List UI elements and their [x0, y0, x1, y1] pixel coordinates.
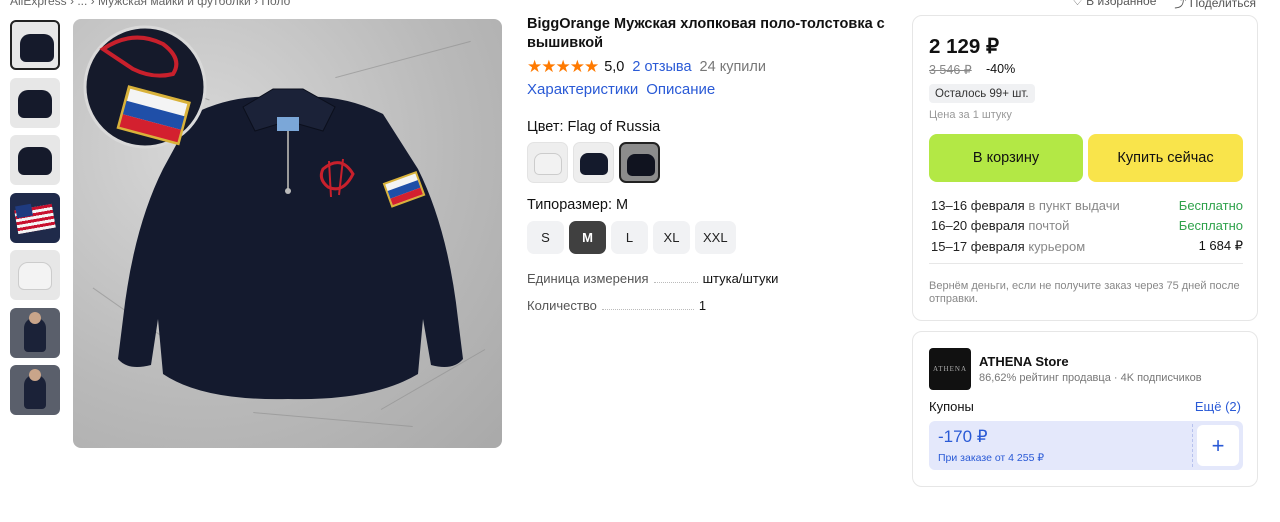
coupon: -170 ₽ При заказе от 4 255 ₽ + — [929, 421, 1243, 470]
thumbnail-3[interactable] — [10, 135, 60, 185]
coupon-separator — [1192, 424, 1193, 467]
delivery-options: 13–16 февраля в пункт выдачи Бесплатно 1… — [931, 195, 1243, 257]
delivery-row: 16–20 февраля почтой Бесплатно — [931, 216, 1243, 237]
spec-unit: Единица измерения штука/штуки — [527, 271, 778, 286]
top-actions: ♡ В избранное ⤴ Поделиться — [1072, 0, 1256, 11]
color-label: Цвет: Flag of Russia — [527, 119, 661, 135]
swatch-white[interactable] — [527, 142, 568, 183]
spec-label: Количество — [527, 298, 597, 313]
coupon-amount: -170 ₽ — [938, 427, 988, 446]
spec-dots — [653, 282, 698, 283]
thumbnail-7[interactable] — [10, 365, 60, 415]
delivery-row: 13–16 февраля в пункт выдачи Бесплатно — [931, 195, 1243, 216]
delivery-date: 13–16 февраля — [931, 197, 1025, 213]
spec-label: Единица измерения — [527, 271, 649, 286]
tab-characteristics[interactable]: Характеристики — [527, 81, 638, 98]
thumbnail-6[interactable] — [10, 307, 60, 358]
rating-stars-icon: ★★★★★ — [527, 57, 599, 76]
store-meta: 86,62% рейтинг продавца · 4K подписчиков — [979, 372, 1202, 384]
size-xxl-button[interactable]: XXL — [695, 221, 736, 254]
spec-quantity: Количество 1 — [527, 298, 706, 313]
thumbnail-strip — [10, 20, 64, 423]
breadcrumb[interactable]: AliExpress › ... › Мужская майки и футбо… — [10, 0, 290, 8]
spec-value: 1 — [698, 298, 707, 313]
thumbnail-1[interactable] — [10, 20, 60, 70]
stock-badge: Осталось 99+ шт. — [929, 84, 1035, 103]
store-card: ATHENA ATHENA Store 86,62% рейтинг прода… — [912, 331, 1258, 487]
reviews-link[interactable]: 2 отзыва — [632, 59, 691, 75]
thumbnail-5[interactable] — [10, 250, 60, 300]
buy-now-button[interactable]: Купить сейчас — [1088, 134, 1243, 182]
size-label: Типоразмер: M — [527, 197, 629, 213]
coupon-condition: При заказе от 4 255 ₽ — [938, 452, 1045, 464]
spec-dots — [601, 309, 694, 310]
coupons-label: Купоны — [929, 399, 974, 414]
price: 2 129 ₽ — [929, 35, 1000, 58]
size-m-button[interactable]: M — [569, 221, 606, 254]
delivery-date: 16–20 февраля — [931, 218, 1025, 234]
delivery-price: Бесплатно — [1178, 197, 1243, 213]
size-xl-button[interactable]: XL — [653, 221, 690, 254]
add-coupon-button[interactable]: + — [1197, 425, 1239, 466]
store-logo-text: ATHENA — [933, 365, 967, 373]
refund-note: Вернём деньги, если не получите заказ че… — [929, 280, 1240, 305]
divider — [929, 263, 1243, 264]
add-to-cart-button[interactable]: В корзину — [929, 134, 1083, 182]
spec-value: штука/штуки — [702, 271, 779, 286]
discount-badge: -40% — [986, 62, 1016, 76]
coupons-more-link[interactable]: Ещё (2) — [1195, 399, 1241, 414]
old-price: 3 546 ₽ — [929, 63, 972, 77]
main-product-image[interactable] — [73, 19, 502, 448]
delivery-method: курьером — [1028, 238, 1086, 254]
size-l-button[interactable]: L — [611, 221, 648, 254]
share-link[interactable]: ⤴ Поделиться — [1174, 0, 1256, 11]
delivery-method: в пункт выдачи — [1028, 197, 1120, 213]
delivery-method: почтой — [1028, 218, 1070, 234]
favorite-link[interactable]: ♡ В избранное — [1072, 0, 1156, 11]
rating-value: 5,0 — [604, 59, 625, 75]
swatch-navy[interactable] — [573, 142, 614, 183]
unit-price-note: Цена за 1 штуку — [929, 109, 1012, 121]
swatch-navy-flag[interactable] — [619, 142, 660, 183]
purchases-count: 24 купили — [699, 59, 766, 75]
size-s-button[interactable]: S — [527, 221, 564, 254]
sweater-illustration — [83, 25, 463, 400]
buy-box: 2 129 ₽ 3 546 ₽ -40% Осталось 99+ шт. Це… — [912, 15, 1258, 321]
store-name[interactable]: ATHENA Store — [979, 354, 1069, 369]
size-options: S M L XL XXL — [527, 221, 736, 254]
product-tabs: Характеристики Описание — [527, 81, 715, 98]
store-logo[interactable]: ATHENA — [929, 348, 971, 390]
tab-description[interactable]: Описание — [646, 81, 715, 98]
product-title: BiggOrange Мужская хлопковая поло-толсто… — [527, 16, 885, 51]
thumbnail-4[interactable] — [10, 192, 60, 243]
delivery-date: 15–17 февраля — [931, 238, 1025, 254]
delivery-price: Бесплатно — [1178, 218, 1243, 234]
delivery-price: 1 684 ₽ — [1198, 238, 1243, 254]
color-swatches — [527, 142, 660, 183]
rating-row: ★★★★★ 5,0 2 отзыва 24 купили — [527, 57, 766, 77]
thumbnail-2[interactable] — [10, 77, 60, 128]
delivery-row: 15–17 февраля курьером 1 684 ₽ — [931, 236, 1243, 257]
